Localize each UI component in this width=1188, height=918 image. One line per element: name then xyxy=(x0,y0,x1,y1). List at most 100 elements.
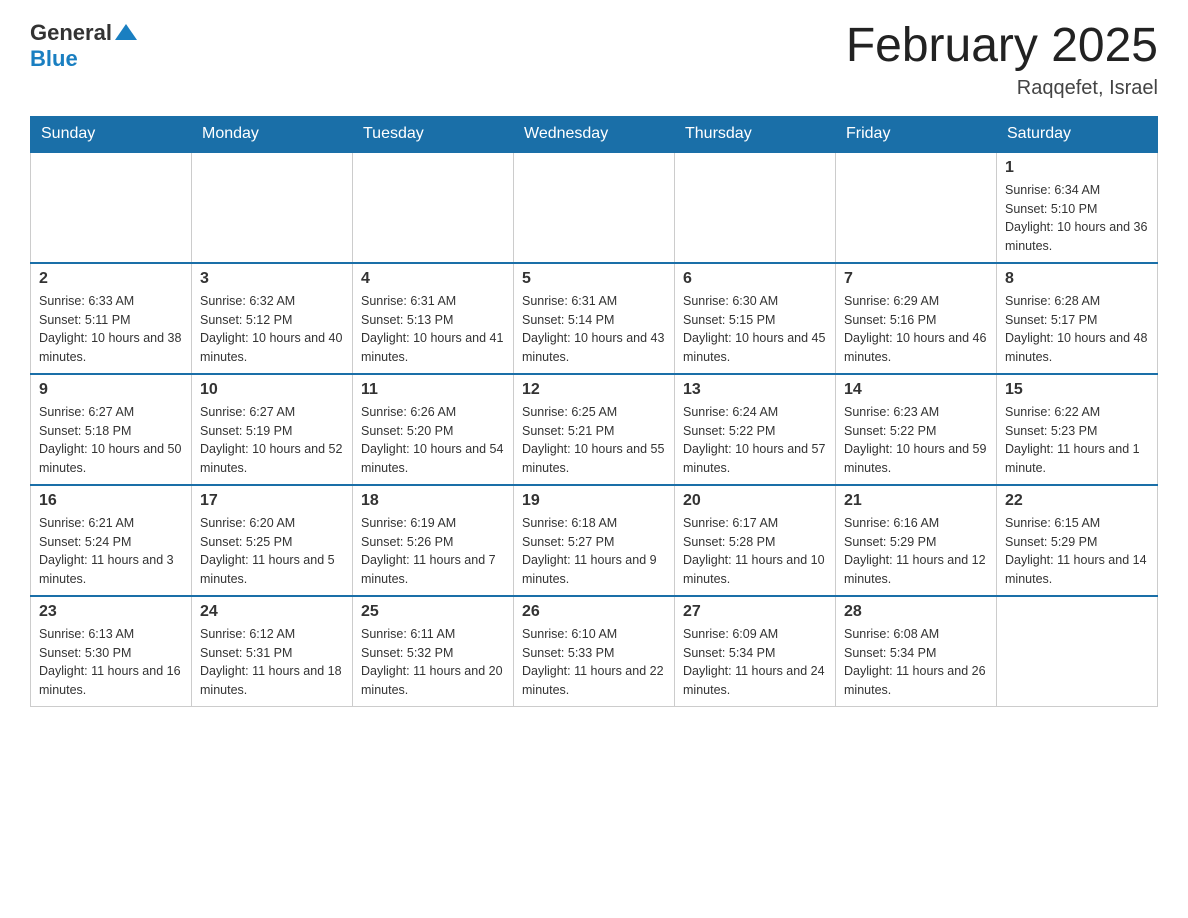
day-number: 26 xyxy=(522,603,666,621)
calendar-cell: 9Sunrise: 6:27 AM Sunset: 5:18 PM Daylig… xyxy=(31,374,192,485)
day-info: Sunrise: 6:10 AM Sunset: 5:33 PM Dayligh… xyxy=(522,625,666,700)
day-number: 10 xyxy=(200,381,344,399)
day-number: 24 xyxy=(200,603,344,621)
day-info: Sunrise: 6:17 AM Sunset: 5:28 PM Dayligh… xyxy=(683,514,827,589)
calendar-cell xyxy=(514,152,675,263)
col-wednesday: Wednesday xyxy=(514,116,675,152)
day-number: 5 xyxy=(522,270,666,288)
calendar-header-row: Sunday Monday Tuesday Wednesday Thursday… xyxy=(31,116,1158,152)
day-number: 9 xyxy=(39,381,183,399)
calendar-cell: 11 Sunrise: 6:26 AM Sunset: 5:20 PM Dayli… xyxy=(353,374,514,485)
day-number: 2 xyxy=(39,270,183,288)
calendar-cell: 24 Sunrise: 6:12 AM Sunset: 5:31 PM Dayli… xyxy=(192,596,353,707)
day-info: Sunrise: 6:23 AM Sunset: 5:22 PM Dayligh… xyxy=(844,403,988,478)
day-info: Sunrise: 6:08 AM Sunset: 5:34 PM Dayligh… xyxy=(844,625,988,700)
day-number: 28 xyxy=(844,603,988,621)
day-number: 12 xyxy=(522,381,666,399)
calendar-cell: 8 Sunrise: 6:28 AM Sunset: 5:17 PM Daylig… xyxy=(997,263,1158,374)
calendar-cell: 18 Sunrise: 6:19 AM Sunset: 5:26 PM Dayli… xyxy=(353,485,514,596)
calendar-cell: 6 Sunrise: 6:30 AM Sunset: 5:15 PM Daylig… xyxy=(675,263,836,374)
calendar-cell: 3Sunrise: 6:32 AM Sunset: 5:12 PM Daylig… xyxy=(192,263,353,374)
col-tuesday: Tuesday xyxy=(353,116,514,152)
day-number: 15 xyxy=(1005,381,1149,399)
col-friday: Friday xyxy=(836,116,997,152)
page-header: General Blue February 2025 Raqqefet, Isr… xyxy=(30,20,1158,100)
calendar-cell: 10Sunrise: 6:27 AM Sunset: 5:19 PM Dayli… xyxy=(192,374,353,485)
day-info: Sunrise: 6:21 AM Sunset: 5:24 PM Dayligh… xyxy=(39,514,183,589)
day-number: 14 xyxy=(844,381,988,399)
day-number: 18 xyxy=(361,492,505,510)
day-number: 6 xyxy=(683,270,827,288)
calendar-cell xyxy=(836,152,997,263)
day-info: Sunrise: 6:13 AM Sunset: 5:30 PM Dayligh… xyxy=(39,625,183,700)
logo-blue-text: Blue xyxy=(30,46,78,71)
calendar-cell: 19 Sunrise: 6:18 AM Sunset: 5:27 PM Dayli… xyxy=(514,485,675,596)
day-info: Sunrise: 6:09 AM Sunset: 5:34 PM Dayligh… xyxy=(683,625,827,700)
day-number: 21 xyxy=(844,492,988,510)
day-number: 16 xyxy=(39,492,183,510)
day-info: Sunrise: 6:24 AM Sunset: 5:22 PM Dayligh… xyxy=(683,403,827,478)
day-info: Sunrise: 6:33 AM Sunset: 5:11 PM Dayligh… xyxy=(39,292,183,367)
col-saturday: Saturday xyxy=(997,116,1158,152)
day-number: 7 xyxy=(844,270,988,288)
day-info: Sunrise: 6:31 AM Sunset: 5:14 PM Dayligh… xyxy=(522,292,666,367)
day-info: Sunrise: 6:19 AM Sunset: 5:26 PM Dayligh… xyxy=(361,514,505,589)
calendar-title: February 2025 xyxy=(846,20,1158,73)
calendar-cell: 14 Sunrise: 6:23 AM Sunset: 5:22 PM Dayli… xyxy=(836,374,997,485)
col-thursday: Thursday xyxy=(675,116,836,152)
calendar-cell xyxy=(31,152,192,263)
day-number: 20 xyxy=(683,492,827,510)
calendar-cell: 23 Sunrise: 6:13 AM Sunset: 5:30 PM Dayli… xyxy=(31,596,192,707)
calendar-cell: 2 Sunrise: 6:33 AM Sunset: 5:11 PM Daylig… xyxy=(31,263,192,374)
day-info: Sunrise: 6:31 AM Sunset: 5:13 PM Dayligh… xyxy=(361,292,505,367)
day-number: 13 xyxy=(683,381,827,399)
col-monday: Monday xyxy=(192,116,353,152)
calendar-cell xyxy=(353,152,514,263)
calendar-cell: 20 Sunrise: 6:17 AM Sunset: 5:28 PM Dayli… xyxy=(675,485,836,596)
logo-triangle-icon xyxy=(115,22,137,42)
day-number: 8 xyxy=(1005,270,1149,288)
calendar-cell: 25Sunrise: 6:11 AM Sunset: 5:32 PM Dayli… xyxy=(353,596,514,707)
calendar-cell: 16 Sunrise: 6:21 AM Sunset: 5:24 PM Dayli… xyxy=(31,485,192,596)
day-info: Sunrise: 6:28 AM Sunset: 5:17 PM Dayligh… xyxy=(1005,292,1149,367)
calendar-cell: 1 Sunrise: 6:34 AM Sunset: 5:10 PM Daylig… xyxy=(997,152,1158,263)
calendar-week-row: 16 Sunrise: 6:21 AM Sunset: 5:24 PM Dayli… xyxy=(31,485,1158,596)
day-number: 11 xyxy=(361,381,505,399)
day-info: Sunrise: 6:22 AM Sunset: 5:23 PM Dayligh… xyxy=(1005,403,1149,478)
calendar-cell xyxy=(192,152,353,263)
calendar-cell: 26 Sunrise: 6:10 AM Sunset: 5:33 PM Dayli… xyxy=(514,596,675,707)
day-info: Sunrise: 6:34 AM Sunset: 5:10 PM Dayligh… xyxy=(1005,181,1149,256)
calendar-cell xyxy=(997,596,1158,707)
day-info: Sunrise: 6:25 AM Sunset: 5:21 PM Dayligh… xyxy=(522,403,666,478)
day-number: 17 xyxy=(200,492,344,510)
day-number: 22 xyxy=(1005,492,1149,510)
calendar-cell: 12 Sunrise: 6:25 AM Sunset: 5:21 PM Dayli… xyxy=(514,374,675,485)
day-number: 4 xyxy=(361,270,505,288)
calendar-cell: 22 Sunrise: 6:15 AM Sunset: 5:29 PM Dayli… xyxy=(997,485,1158,596)
col-sunday: Sunday xyxy=(31,116,192,152)
calendar-cell: 28 Sunrise: 6:08 AM Sunset: 5:34 PM Dayli… xyxy=(836,596,997,707)
logo: General Blue xyxy=(30,20,137,71)
day-number: 23 xyxy=(39,603,183,621)
calendar-cell: 7 Sunrise: 6:29 AM Sunset: 5:16 PM Daylig… xyxy=(836,263,997,374)
day-number: 19 xyxy=(522,492,666,510)
day-info: Sunrise: 6:18 AM Sunset: 5:27 PM Dayligh… xyxy=(522,514,666,589)
calendar-week-row: 1 Sunrise: 6:34 AM Sunset: 5:10 PM Daylig… xyxy=(31,152,1158,263)
calendar-cell: 21Sunrise: 6:16 AM Sunset: 5:29 PM Dayli… xyxy=(836,485,997,596)
calendar-cell xyxy=(675,152,836,263)
calendar-cell: 17 Sunrise: 6:20 AM Sunset: 5:25 PM Dayli… xyxy=(192,485,353,596)
day-number: 27 xyxy=(683,603,827,621)
day-info: Sunrise: 6:20 AM Sunset: 5:25 PM Dayligh… xyxy=(200,514,344,589)
day-info: Sunrise: 6:29 AM Sunset: 5:16 PM Dayligh… xyxy=(844,292,988,367)
calendar-week-row: 9Sunrise: 6:27 AM Sunset: 5:18 PM Daylig… xyxy=(31,374,1158,485)
day-info: Sunrise: 6:15 AM Sunset: 5:29 PM Dayligh… xyxy=(1005,514,1149,589)
day-number: 25 xyxy=(361,603,505,621)
calendar-week-row: 2 Sunrise: 6:33 AM Sunset: 5:11 PM Daylig… xyxy=(31,263,1158,374)
day-info: Sunrise: 6:12 AM Sunset: 5:31 PM Dayligh… xyxy=(200,625,344,700)
calendar-cell: 27 Sunrise: 6:09 AM Sunset: 5:34 PM Dayli… xyxy=(675,596,836,707)
calendar-cell: 15 Sunrise: 6:22 AM Sunset: 5:23 PM Dayli… xyxy=(997,374,1158,485)
calendar-cell: 13 Sunrise: 6:24 AM Sunset: 5:22 PM Dayli… xyxy=(675,374,836,485)
day-info: Sunrise: 6:30 AM Sunset: 5:15 PM Dayligh… xyxy=(683,292,827,367)
day-number: 1 xyxy=(1005,159,1149,177)
day-info: Sunrise: 6:26 AM Sunset: 5:20 PM Dayligh… xyxy=(361,403,505,478)
